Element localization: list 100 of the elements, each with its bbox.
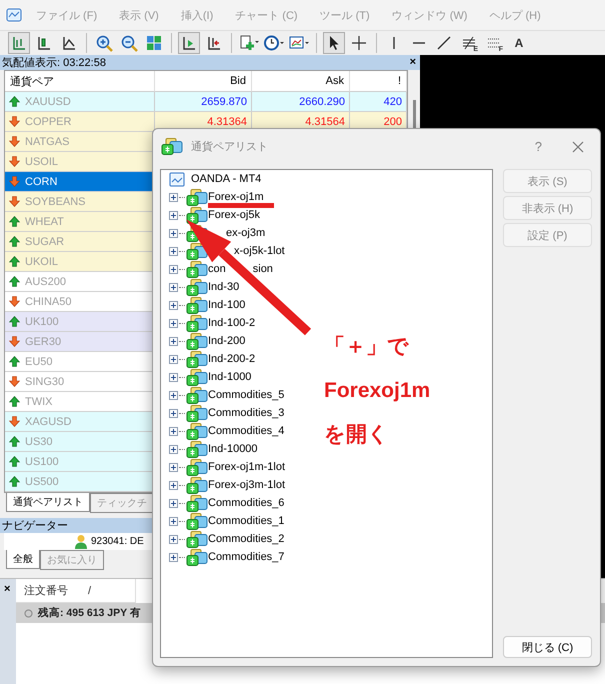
tree-item[interactable]: Forex-oj5k [208, 209, 260, 221]
tree-item[interactable]: Commodities_7 [208, 551, 284, 563]
quote-row[interactable]: XAUUSD 2659.870 2660.290 420 [5, 92, 407, 112]
toolbar-button[interactable]: A [508, 32, 530, 54]
tree-item[interactable]: Ind-100 [208, 299, 246, 311]
tree-item[interactable]: x-oj5k-1lot [234, 245, 285, 257]
close-icon[interactable] [572, 140, 584, 152]
tree-item[interactable]: Ind-200-2 [208, 353, 256, 365]
expand-button[interactable] [169, 498, 178, 508]
tree-item[interactable]: ex-oj3m [226, 227, 266, 239]
expand-button[interactable] [169, 318, 178, 328]
horizontal-line-icon [411, 40, 427, 46]
expand-button[interactable] [169, 246, 178, 256]
new-chart-icon [239, 35, 259, 51]
expand-button[interactable] [169, 552, 178, 562]
expand-button[interactable] [169, 282, 178, 292]
tree-item[interactable]: con [208, 263, 226, 275]
expand-button[interactable] [169, 462, 178, 472]
ask-value: 4.31564 [305, 116, 345, 128]
down-arrow-icon [9, 136, 20, 147]
down-arrow-icon [9, 156, 20, 167]
dialog-title: 通貨ペアリスト [191, 140, 269, 154]
toolbar-button[interactable] [323, 32, 345, 54]
tree-item[interactable]: Forex-oj3m-1lot [208, 479, 286, 491]
tree-item[interactable]: Forex-oj1m [208, 191, 264, 203]
expand-button[interactable] [169, 444, 178, 454]
expand-button[interactable] [169, 534, 178, 544]
expand-button[interactable] [169, 426, 178, 436]
spread-value: 200 [384, 116, 402, 128]
symbol-text: TWIX [25, 396, 52, 408]
symbol-text: US30 [25, 436, 53, 448]
column-header[interactable]: 通貨ペア [5, 71, 155, 92]
crosshair-icon [351, 35, 367, 51]
column-header[interactable]: / [88, 584, 92, 596]
expand-button[interactable] [169, 210, 178, 220]
close-button[interactable]: 閉じる (C) [503, 636, 592, 658]
symbol-text: SING30 [25, 376, 64, 388]
column-header[interactable]: Bid [155, 71, 252, 92]
tree-item[interactable]: Ind-30 [208, 281, 240, 293]
spread-value: 420 [384, 96, 402, 108]
tree-item[interactable]: Commodities_6 [208, 497, 284, 509]
expand-button[interactable] [169, 300, 178, 310]
symbol-text: NATGAS [25, 136, 70, 148]
line-chart-icon [61, 35, 77, 51]
folder-icon [186, 368, 208, 386]
close-icon[interactable]: × [4, 583, 10, 595]
expand-button[interactable] [169, 372, 178, 382]
tree-item[interactable]: Ind-100-2 [208, 317, 256, 329]
up-arrow-icon [9, 396, 20, 407]
symbol-text: CORN [25, 176, 58, 188]
tree-item[interactable]: Commodities_2 [208, 533, 284, 545]
tree-item[interactable]: Ind-1000 [208, 371, 252, 383]
folder-icon [186, 512, 208, 530]
expand-button[interactable] [169, 336, 178, 346]
tree-item[interactable]: Commodities_1 [208, 515, 284, 527]
expand-button[interactable] [169, 408, 178, 418]
tree-item[interactable]: Forex-oj1m-1lot [208, 461, 286, 473]
symbol-text: SOYBEANS [25, 196, 86, 208]
tree-item[interactable]: Ind-10000 [208, 443, 258, 455]
ask-value: 2660.290 [299, 96, 345, 108]
close-icon[interactable]: × [410, 57, 416, 68]
expand-button[interactable] [169, 228, 178, 238]
zoom-in-icon [96, 34, 112, 52]
column-header[interactable]: Ask [252, 71, 350, 92]
status-icon [24, 608, 33, 618]
tree-item[interactable]: Commodities_4 [208, 425, 284, 437]
expand-button[interactable] [169, 516, 178, 526]
panel-tab[interactable]: 通貨ペアリスト [6, 493, 90, 512]
symbol-text: US100 [25, 456, 59, 468]
tree-item-text: sion [252, 263, 273, 275]
tree-item[interactable]: OANDA - MT4 [191, 173, 262, 185]
toolbar-button[interactable] [178, 32, 200, 54]
expand-button[interactable] [169, 192, 178, 202]
annotation-text: 「＋」で [324, 334, 410, 360]
down-arrow-icon [9, 376, 20, 387]
bid-value: 4.31364 [207, 116, 247, 128]
tree-item[interactable]: Commodities_5 [208, 389, 284, 401]
column-header[interactable]: ! [350, 71, 407, 92]
panel-title: ナビゲーター [2, 519, 68, 533]
tree-item[interactable]: Ind-200 [208, 335, 246, 347]
app-icon [6, 7, 22, 23]
expand-button[interactable] [169, 480, 178, 490]
panel-tab[interactable]: 全般 [6, 550, 40, 569]
folder-icon [186, 530, 208, 548]
expand-button[interactable] [169, 390, 178, 400]
tree-item[interactable]: Commodities_3 [208, 407, 284, 419]
account-item[interactable]: 923041: DE [91, 536, 144, 547]
symbol-text: WHEAT [25, 216, 64, 228]
up-arrow-icon [9, 276, 20, 287]
up-arrow-icon [9, 256, 20, 267]
column-header[interactable]: 注文番号 [24, 583, 68, 598]
folder-icon [186, 296, 208, 314]
symbol-text: USOIL [25, 156, 58, 168]
symbol-text: CHINA50 [25, 296, 72, 308]
folder-icon [186, 188, 208, 206]
expand-button[interactable] [169, 264, 178, 274]
folder-icon [186, 548, 208, 566]
down-arrow-icon [9, 116, 20, 127]
zoom-out-icon [120, 34, 138, 52]
expand-button[interactable] [169, 354, 178, 364]
